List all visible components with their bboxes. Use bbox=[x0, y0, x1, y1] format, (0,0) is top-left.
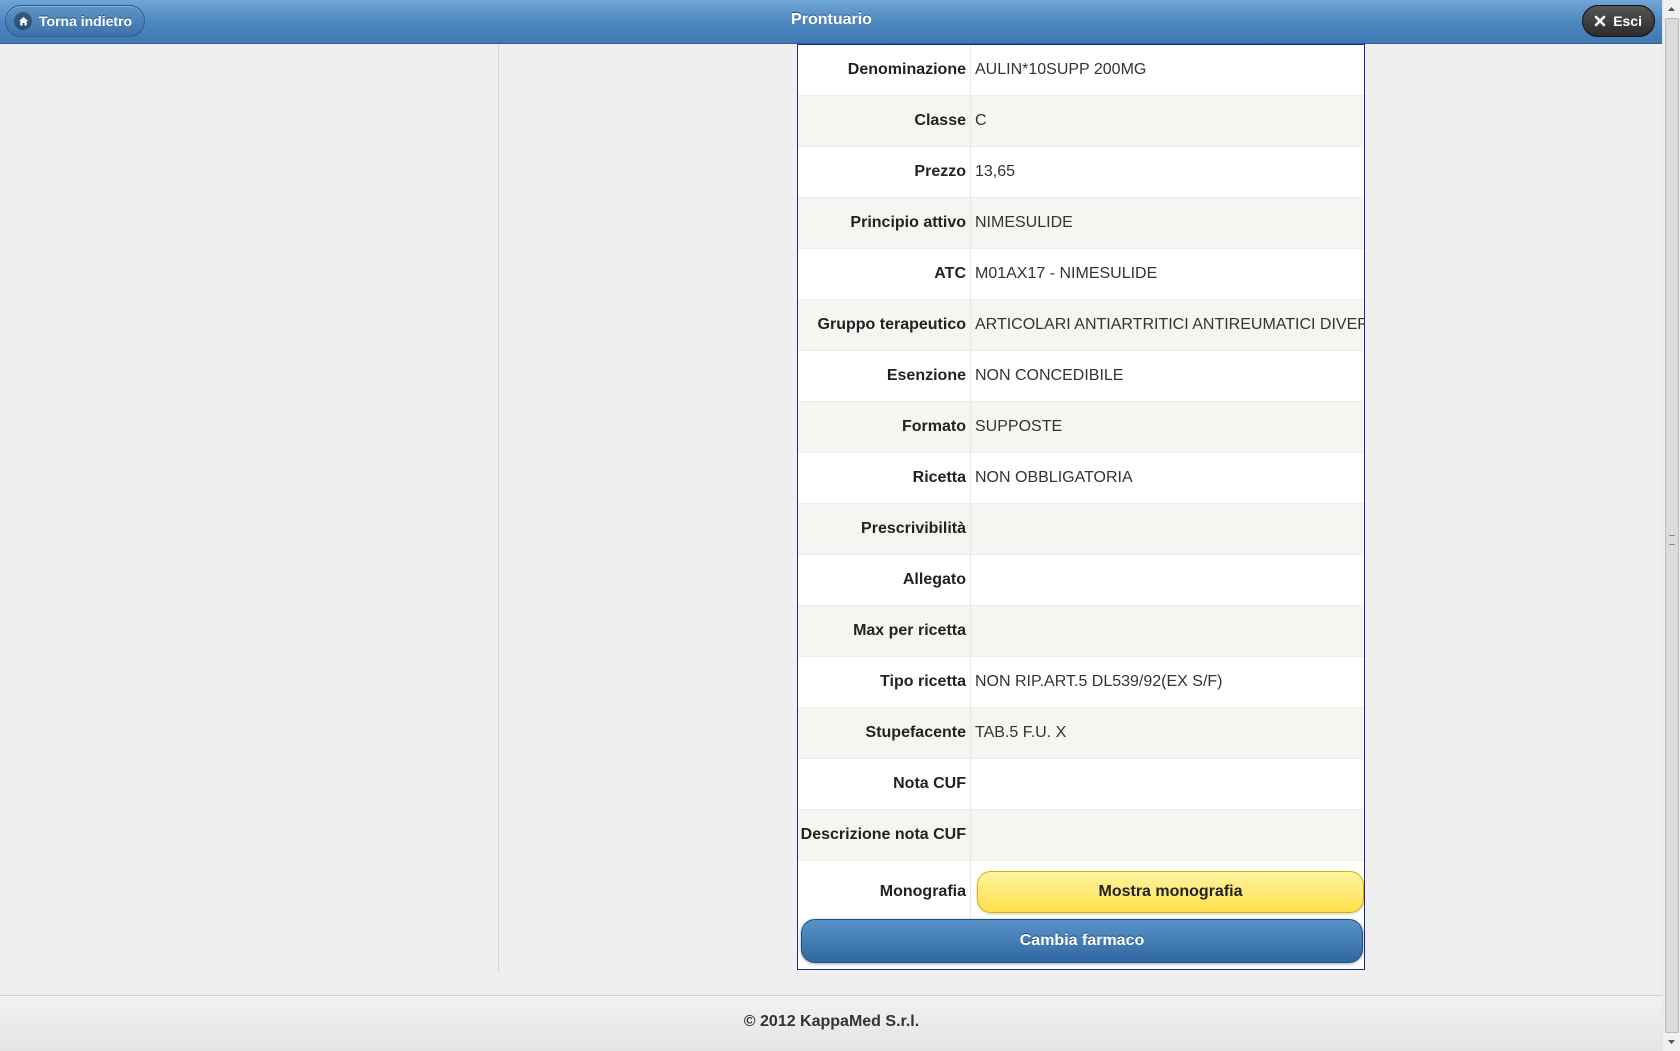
exit-button[interactable]: Esci bbox=[1582, 5, 1655, 37]
row-value: M01AX17 - NIMESULIDE bbox=[970, 249, 1364, 299]
vertical-scrollbar[interactable] bbox=[1662, 0, 1680, 1050]
change-drug-button[interactable]: Cambia farmaco bbox=[801, 919, 1363, 963]
detail-row: Descrizione nota CUF bbox=[798, 810, 1364, 861]
close-icon bbox=[1591, 12, 1609, 30]
row-value bbox=[970, 504, 1364, 554]
detail-row: Ricetta NON OBBLIGATORIA bbox=[798, 453, 1364, 504]
row-value: Mostra monografia bbox=[970, 861, 1364, 923]
row-label: Prescrivibilità bbox=[861, 520, 966, 537]
detail-row: Prescrivibilità bbox=[798, 504, 1364, 555]
row-label: Denominazione bbox=[847, 61, 966, 78]
footer: © 2012 KappaMed S.r.l. bbox=[0, 995, 1663, 1051]
scrollbar-grip-icon bbox=[1669, 535, 1675, 545]
row-value: NON CONCEDIBILE bbox=[970, 351, 1364, 401]
row-value bbox=[970, 759, 1364, 809]
drug-detail-card: Denominazione AULIN*10SUPP 200MG Classe C Pr… bbox=[797, 44, 1365, 970]
back-button[interactable]: Torna indietro bbox=[5, 5, 146, 37]
row-value: AULIN*10SUPP 200MG bbox=[970, 45, 1364, 95]
detail-row: Principio attivo NIMESULIDE bbox=[798, 198, 1364, 249]
row-value bbox=[970, 606, 1364, 656]
row-value bbox=[970, 555, 1364, 605]
detail-row-monografia: Monografia Mostra monografia bbox=[798, 861, 1364, 924]
back-button-label: Torna indietro bbox=[39, 13, 133, 29]
detail-row: Prezzo 13,65 bbox=[798, 147, 1364, 198]
row-value: 13,65 bbox=[970, 147, 1364, 197]
home-icon bbox=[14, 12, 32, 30]
row-label: Monografia bbox=[879, 883, 966, 900]
row-label: ATC bbox=[934, 265, 966, 282]
row-value: C bbox=[970, 96, 1364, 146]
row-label: Classe bbox=[914, 112, 966, 129]
row-label: Nota CUF bbox=[893, 775, 966, 792]
row-value: NON OBBLIGATORIA bbox=[970, 453, 1364, 503]
row-label: Principio attivo bbox=[850, 214, 966, 231]
row-label: Prezzo bbox=[914, 163, 966, 180]
row-label: Tipo ricetta bbox=[880, 673, 966, 690]
detail-row: Stupefacente TAB.5 F.U. X bbox=[798, 708, 1364, 759]
detail-row: Gruppo terapeutico ARTICOLARI ANTIARTRITI… bbox=[798, 300, 1364, 351]
detail-row: ATC M01AX17 - NIMESULIDE bbox=[798, 249, 1364, 300]
row-value: NON RIP.ART.5 DL539/92(EX S/F) bbox=[970, 657, 1364, 707]
detail-row: Max per ricetta bbox=[798, 606, 1364, 657]
copyright-text: © 2012 KappaMed S.r.l. bbox=[743, 1013, 920, 1030]
row-label: Stupefacente bbox=[865, 724, 966, 741]
row-label: Max per ricetta bbox=[853, 622, 966, 639]
detail-rows: Denominazione AULIN*10SUPP 200MG Classe C Pr… bbox=[798, 45, 1364, 861]
detail-row: Tipo ricetta NON RIP.ART.5 DL539/92(EX S/… bbox=[798, 657, 1364, 708]
row-label: Ricetta bbox=[912, 469, 966, 486]
row-label: Gruppo terapeutico bbox=[817, 316, 966, 333]
page-title: Prontuario bbox=[791, 11, 872, 28]
detail-row: Nota CUF bbox=[798, 759, 1364, 810]
detail-row: Allegato bbox=[798, 555, 1364, 606]
show-monograph-button[interactable]: Mostra monografia bbox=[977, 871, 1364, 913]
exit-button-label: Esci bbox=[1613, 13, 1642, 29]
row-value: ARTICOLARI ANTIARTRITICI ANTIREUMATICI D… bbox=[970, 300, 1364, 350]
row-label: Allegato bbox=[902, 571, 966, 588]
row-label: Esenzione bbox=[886, 367, 966, 384]
detail-row: Classe C bbox=[798, 96, 1364, 147]
row-value: SUPPOSTE bbox=[970, 402, 1364, 452]
detail-row: Esenzione NON CONCEDIBILE bbox=[798, 351, 1364, 402]
row-value: NIMESULIDE bbox=[970, 198, 1364, 248]
left-panel bbox=[0, 44, 499, 972]
row-value: TAB.5 F.U. X bbox=[970, 708, 1364, 758]
row-label: Formato bbox=[902, 418, 966, 435]
detail-row: Formato SUPPOSTE bbox=[798, 402, 1364, 453]
detail-row: Denominazione AULIN*10SUPP 200MG bbox=[798, 45, 1364, 96]
row-value bbox=[970, 810, 1364, 860]
row-label: Descrizione nota CUF bbox=[800, 826, 966, 843]
scroll-up-arrow-icon[interactable] bbox=[1663, 0, 1680, 17]
header-bar: Prontuario Torna indietro Esci bbox=[0, 0, 1663, 44]
scroll-down-arrow-icon[interactable] bbox=[1663, 1033, 1680, 1050]
scrollbar-thumb[interactable] bbox=[1665, 18, 1679, 1033]
